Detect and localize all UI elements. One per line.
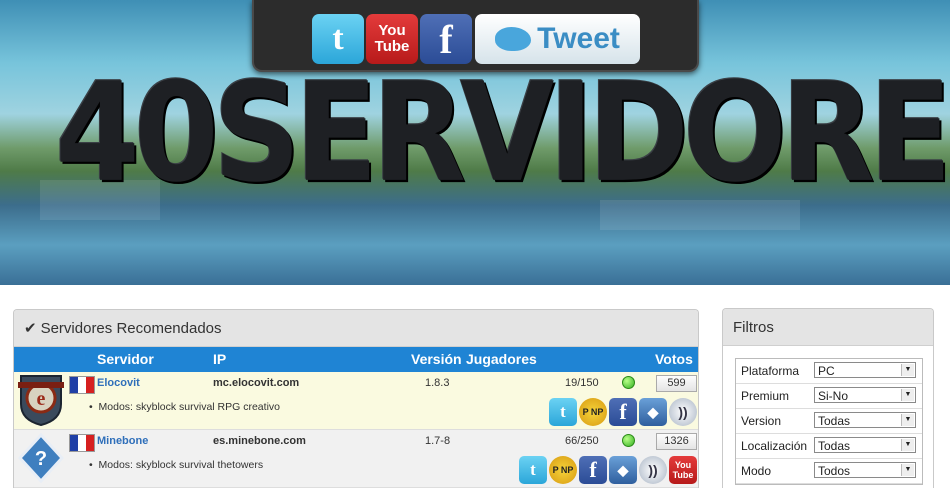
premium-select[interactable]: Si-No ▼ (814, 387, 916, 403)
col-version: Versión (411, 351, 462, 367)
server-ip: es.minebone.com (213, 435, 306, 447)
filters-table: Plataforma PC ▼ Premium Si-No ▼ Version To… (735, 358, 923, 485)
server-version: 1.8.3 (425, 377, 450, 389)
server-version: 1.7-8 (425, 435, 451, 447)
col-votes: Votos (655, 351, 693, 367)
twitter-icon[interactable]: t (519, 456, 547, 484)
chevron-down-icon: ▼ (901, 389, 914, 401)
teamspeak-icon[interactable]: )) (639, 456, 667, 484)
col-server: Servidor (97, 351, 154, 367)
online-status-icon (622, 376, 635, 389)
votes-button[interactable]: 1326 (656, 433, 697, 450)
facebook-icon[interactable]: f (579, 456, 607, 484)
facebook-icon[interactable]: f (609, 398, 637, 426)
recommended-servers-panel: ✔ Servidores Recomendados Servidor IP Ve… (13, 309, 699, 488)
table-row[interactable]: ? Minebone es.minebone.com 1.7-8 66/250 … (14, 430, 698, 488)
server-name-link[interactable]: Elocovit (97, 377, 140, 389)
checkmark-icon: ✔ (24, 320, 37, 337)
pnp-icon: P NP (579, 398, 607, 426)
filter-mode: Modo Todos ▼ (736, 459, 922, 484)
server-link-icons: t P NP f ◆ )) You Tube (519, 456, 697, 484)
tweet-label: Tweet (537, 22, 620, 55)
location-select[interactable]: Todas ▼ (814, 437, 916, 453)
mode-select[interactable]: Todos ▼ (814, 462, 916, 478)
server-link-icons: t P NP f ◆ )) (549, 398, 697, 426)
flag-france-icon (69, 434, 95, 452)
svg-text:e: e (37, 388, 46, 410)
server-name-link[interactable]: Minebone (97, 435, 148, 447)
twitter-icon[interactable]: t (549, 398, 577, 426)
svg-text:?: ? (35, 448, 47, 470)
chevron-down-icon: ▼ (901, 414, 914, 426)
col-players: Jugadores (466, 351, 537, 367)
pnp-icon: P NP (549, 456, 577, 484)
server-modes: • Modos: skyblock survival RPG creativo (89, 401, 280, 413)
site-banner: t YouTube f Tweet 40SERVIDORESMC (0, 0, 950, 285)
version-select[interactable]: Todas ▼ (814, 412, 916, 428)
minecraft-forum-icon[interactable]: ◆ (639, 398, 667, 426)
chevron-down-icon: ▼ (901, 464, 914, 476)
table-header: Servidor IP Versión Jugadores Votos (14, 347, 698, 372)
filter-location: Localización Todas ▼ (736, 434, 922, 459)
youtube-icon[interactable]: You Tube (669, 456, 697, 484)
online-status-icon (622, 434, 635, 447)
votes-button[interactable]: 599 (656, 375, 697, 392)
server-ip: mc.elocovit.com (213, 377, 300, 389)
filter-platform: Plataforma PC ▼ (736, 359, 922, 384)
filters-panel: Filtros Plataforma PC ▼ Premium Si-No ▼ Ve… (722, 308, 934, 488)
platform-select[interactable]: PC ▼ (814, 362, 916, 378)
filter-premium: Premium Si-No ▼ (736, 384, 922, 409)
col-ip: IP (213, 351, 227, 367)
panel-title: Servidores Recomendados (40, 319, 222, 337)
chevron-down-icon: ▼ (901, 439, 914, 451)
table-row[interactable]: e Elocovit mc.elocovit.com 1.8.3 19/150 … (14, 372, 698, 430)
server-modes: • Modos: skyblock survival thetowers (89, 459, 264, 471)
filters-title: Filtros (723, 309, 933, 346)
server-badge-icon: ? (18, 432, 64, 484)
filter-version: Version Todas ▼ (736, 409, 922, 434)
minecraft-forum-icon[interactable]: ◆ (609, 456, 637, 484)
teamspeak-icon[interactable]: )) (669, 398, 697, 426)
chevron-down-icon: ▼ (901, 364, 914, 376)
server-players: 19/150 (565, 377, 599, 389)
server-badge-icon: e (18, 375, 64, 426)
panel-header: ✔ Servidores Recomendados (14, 310, 698, 347)
twitter-bird-icon (495, 27, 532, 51)
server-players: 66/250 (565, 435, 599, 447)
site-logo[interactable]: 40SERVIDORESMC (55, 60, 950, 206)
flag-france-icon (69, 376, 95, 394)
